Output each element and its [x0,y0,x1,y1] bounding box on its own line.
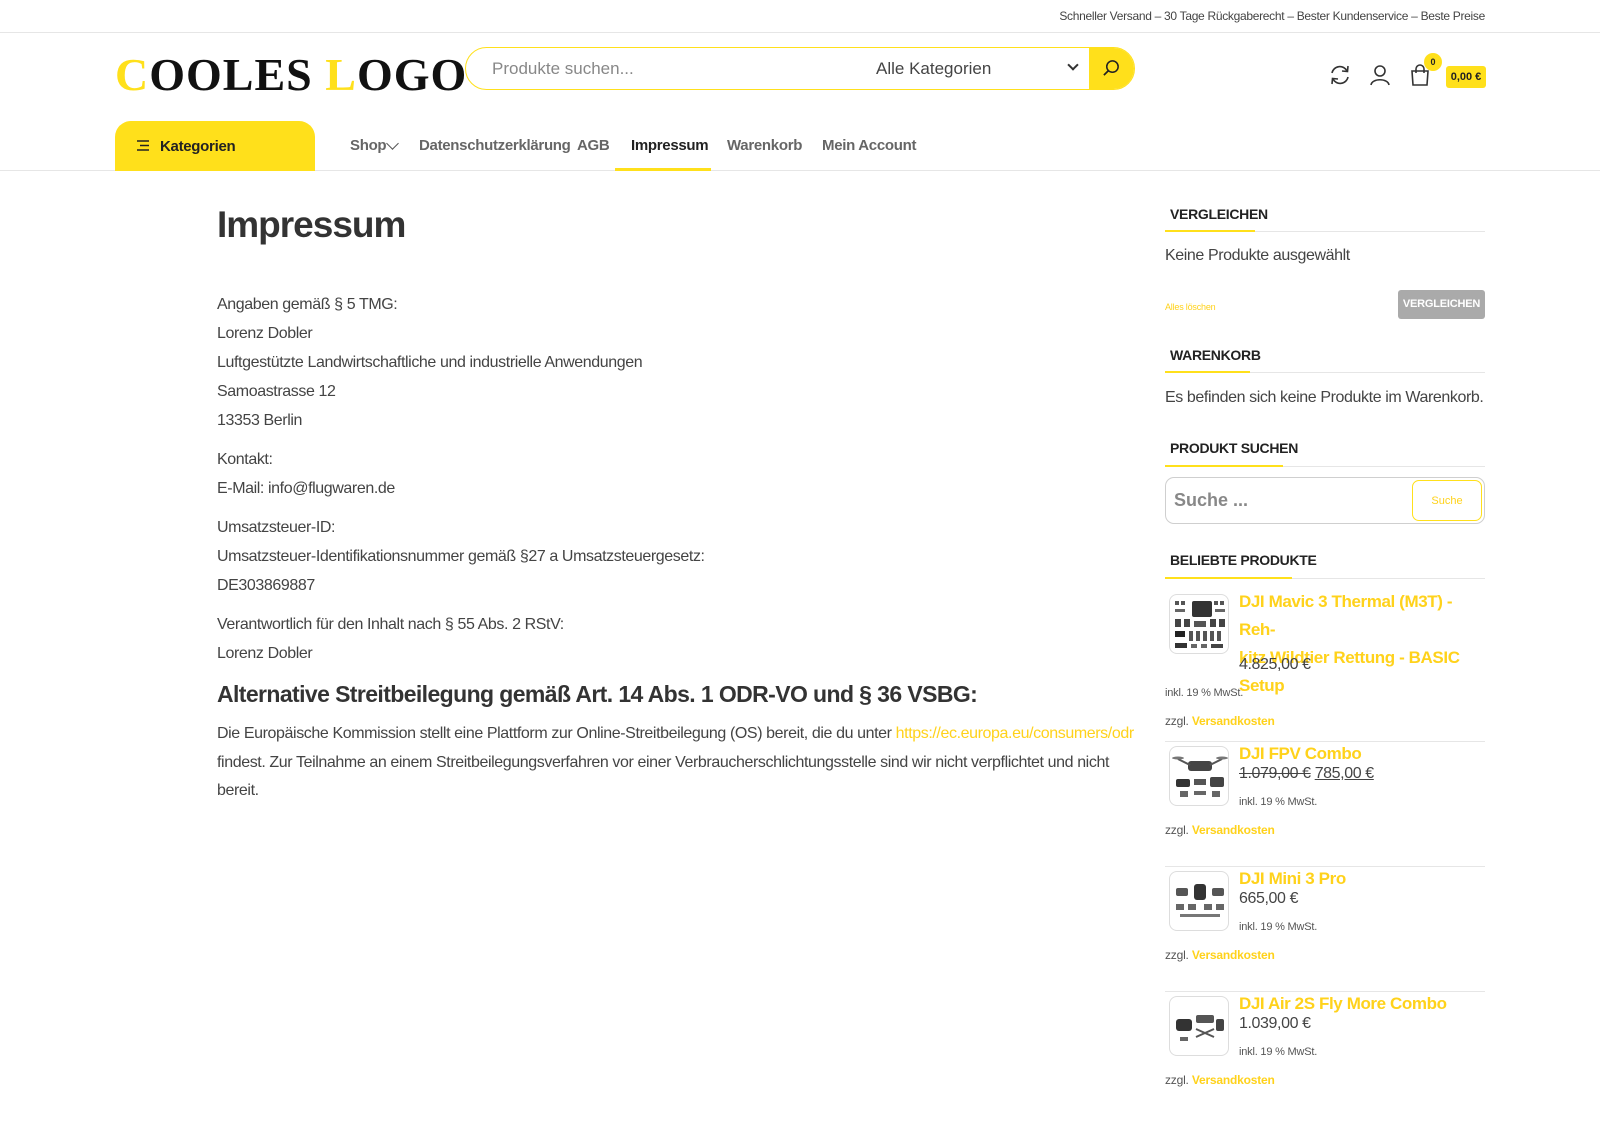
chevron-down-icon [386,137,399,150]
product-price: 4.825,00 € [1239,656,1311,673]
text-line: Kontakt: [217,451,273,468]
para-text: findest. Zur Teilnahme an einem Streitbe… [217,753,1109,771]
product-price: 1.039,00 € [1239,1015,1311,1032]
cart-count-badge: 0 [1424,53,1442,71]
compare-clear-link[interactable]: Alles löschen [1165,302,1216,312]
user-account-icon[interactable] [1368,63,1392,87]
product-name-link[interactable]: DJI Mavic 3 Thermal (M3T) - Reh- kitz Wi… [1239,588,1489,700]
category-select[interactable]: Alle Kategorien [866,48,1091,89]
text-line: Samoastrasse 12 [217,383,336,400]
product-tax-note: inkl. 19 % MwSt. [1239,1046,1318,1058]
cart-widget-title: WARENKORB [1170,347,1261,363]
drone-mini-image [1176,884,1224,917]
sidebar-search-input[interactable] [1174,478,1404,523]
product-tax-note: inkl. 19 % MwSt. [1239,796,1318,808]
category-select-value: Alle Kategorien [876,59,992,78]
product-thumbnail[interactable] [1169,594,1229,654]
nav-agb[interactable]: AGB [577,137,610,154]
product-thumbnail[interactable] [1169,996,1229,1056]
drone-kit-image [1175,601,1225,648]
shipping-cost-link[interactable]: Versandkosten [1192,1073,1275,1087]
product-shipping-note: zzgl. Versandkosten [1165,714,1275,728]
logo-text-2: OGO [356,49,468,100]
dispute-paragraph: Die Europäische Kommission stellt eine P… [217,720,1134,806]
search-button[interactable] [1089,48,1134,89]
cart-total-badge[interactable]: 0,00 € [1446,66,1486,88]
text-line: Lorenz Dobler [217,645,313,662]
categories-label: Kategorien [160,138,236,155]
product-old-price: 1.079,00 € [1239,765,1311,782]
sidebar-search-button[interactable]: Suche [1412,480,1482,521]
para-text: bereit. [217,782,259,799]
product-search-input[interactable] [466,48,866,89]
popular-widget-title: BELIEBTE PRODUKTE [1170,552,1317,568]
site-logo[interactable]: COOLES LOGO [115,50,467,100]
text-line: Luftgestützte Landwirtschaftliche und in… [217,354,643,371]
chevron-down-icon [1067,59,1079,71]
top-info-text: Schneller Versand – 30 Tage Rückgaberech… [1059,9,1485,23]
product-price: 1.079,00 € 785,00 € [1239,765,1374,783]
shipping-cost-link[interactable]: Versandkosten [1192,823,1275,837]
nav-impressum[interactable]: Impressum [631,137,709,154]
text-line: Umsatzsteuer-Identifikationsnummer gemäß… [217,548,705,565]
search-widget-title: PRODUKT SUCHEN [1170,440,1299,456]
product-shipping-note: zzgl. Versandkosten [1165,823,1275,837]
email-line: E-Mail: info@flugwaren.de [217,480,395,497]
nav-shop[interactable]: Shop [350,137,387,154]
text-line: Angaben gemäß § 5 TMG: [217,296,398,313]
text-line: Lorenz Dobler [217,325,313,342]
search-icon [1103,60,1119,76]
shipping-cost-link[interactable]: Versandkosten [1192,948,1275,962]
drone-combo-image [1172,756,1228,797]
impressum-content: Angaben gemäß § 5 TMG: Lorenz Dobler Luf… [217,290,1037,668]
top-info-bar: Schneller Versand – 30 Tage Rückgaberech… [0,0,1600,33]
product-shipping-note: zzgl. Versandkosten [1165,1073,1275,1087]
shipping-cost-link[interactable]: Versandkosten [1192,714,1275,728]
odr-link[interactable]: https://ec.europa.eu/consumers/odr [896,725,1135,742]
product-name-link[interactable]: DJI FPV Combo [1239,740,1489,768]
product-tax-note: inkl. 19 % MwSt. [1165,687,1244,699]
nav-warenkorb[interactable]: Warenkorb [727,137,802,154]
nav-mein-account[interactable]: Mein Account [822,137,916,154]
product-tax-note: inkl. 19 % MwSt. [1239,921,1318,933]
nav-datenschutz[interactable]: Datenschutzerklärung [419,137,571,154]
text-line: Umsatzsteuer-ID: [217,519,336,536]
para-text: Die Europäische Kommission stellt eine P… [217,725,896,742]
compare-button[interactable]: VERGLEICHEN [1398,290,1485,319]
nav-active-indicator [615,168,711,171]
drone-air-image [1176,1015,1224,1041]
header-search: Alle Kategorien [465,47,1135,90]
logo-letter-l: L [325,49,357,100]
product-shipping-note: zzgl. Versandkosten [1165,948,1275,962]
compare-widget-title: VERGLEICHEN [1170,206,1268,222]
text-line: DE303869887 [217,577,315,594]
text-line: Verantwortlich für den Inhalt nach § 55 … [217,616,564,633]
page-title: Impressum [217,204,406,245]
product-name-link[interactable]: DJI Air 2S Fly More Combo [1239,990,1489,1018]
menu-list-icon [137,140,149,151]
cart-empty-text: Es befinden sich keine Produkte im Waren… [1165,389,1484,406]
compare-refresh-icon[interactable] [1328,63,1352,87]
product-price: 665,00 € [1239,890,1299,907]
logo-letter-c: C [115,49,150,100]
product-sale-price: 785,00 € [1314,765,1374,782]
text-line: 13353 Berlin [217,412,303,429]
product-name-link[interactable]: DJI Mini 3 Pro [1239,865,1489,893]
dispute-heading: Alternative Streitbeilegung gemäß Art. 1… [217,681,978,707]
compare-empty-text: Keine Produkte ausgewählt [1165,247,1350,264]
product-thumbnail[interactable] [1169,746,1229,806]
sidebar-search: Suche [1165,477,1485,524]
categories-button[interactable]: Kategorien [115,121,315,171]
product-thumbnail[interactable] [1169,871,1229,931]
logo-text-1: OOLES [149,49,326,100]
